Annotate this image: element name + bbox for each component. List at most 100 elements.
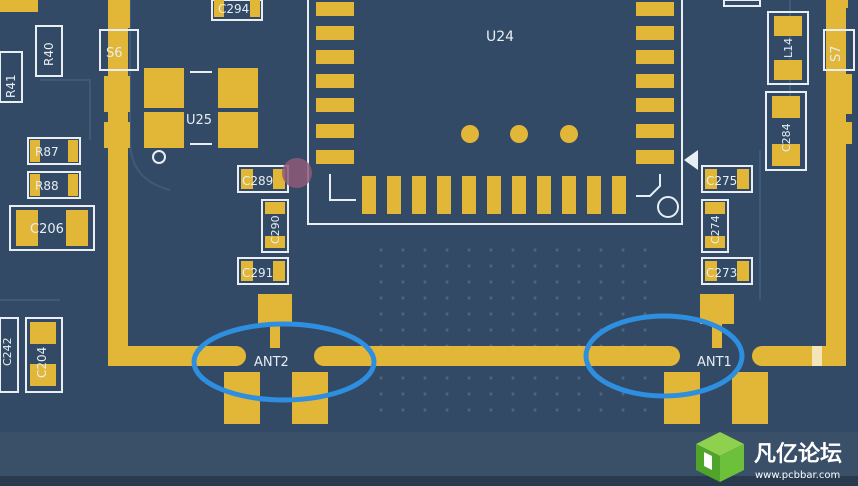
via: [379, 312, 383, 316]
via: [445, 408, 449, 412]
via: [599, 392, 603, 396]
via: [489, 248, 493, 252]
via: [577, 376, 581, 380]
via: [577, 248, 581, 252]
via: [511, 296, 515, 300]
via-marker: [282, 158, 312, 188]
via: [533, 312, 537, 316]
label-c242: C242: [1, 337, 14, 366]
via: [533, 376, 537, 380]
via: [533, 392, 537, 396]
watermark-url: www.pcbbar.com: [755, 470, 840, 481]
via: [599, 408, 603, 412]
via: [533, 328, 537, 332]
via: [423, 296, 427, 300]
label-c291: C291: [242, 266, 273, 280]
via: [467, 392, 471, 396]
via: [401, 296, 405, 300]
via: [379, 392, 383, 396]
via: [445, 280, 449, 284]
label-ant1: ANT1: [697, 355, 732, 370]
via: [423, 328, 427, 332]
via: [489, 328, 493, 332]
via: [555, 376, 559, 380]
label-c204: C204: [35, 347, 49, 378]
via: [577, 408, 581, 412]
label-c289: C289: [242, 174, 273, 188]
via: [533, 264, 537, 268]
via: [401, 248, 405, 252]
via: [621, 248, 625, 252]
via: [555, 312, 559, 316]
via: [489, 280, 493, 284]
via: [621, 264, 625, 268]
via: [489, 264, 493, 268]
via: [379, 408, 383, 412]
via: [621, 328, 625, 332]
via: [423, 376, 427, 380]
via: [599, 312, 603, 316]
via: [423, 264, 427, 268]
via: [577, 280, 581, 284]
via: [643, 296, 647, 300]
via: [621, 280, 625, 284]
via: [533, 296, 537, 300]
via: [423, 248, 427, 252]
via: [379, 376, 383, 380]
via: [577, 296, 581, 300]
via: [643, 264, 647, 268]
via: [489, 296, 493, 300]
label-c273: C273: [706, 266, 737, 280]
label-r40: R40: [42, 42, 56, 66]
via: [467, 312, 471, 316]
via: [445, 248, 449, 252]
via: [423, 312, 427, 316]
via: [555, 264, 559, 268]
via: [577, 312, 581, 316]
via: [555, 248, 559, 252]
via: [401, 328, 405, 332]
via: [533, 280, 537, 284]
label-s6: S6: [106, 46, 123, 61]
via: [467, 376, 471, 380]
label-u24: U24: [486, 29, 514, 45]
label-c206: C206: [30, 222, 64, 237]
via: [423, 280, 427, 284]
via: [643, 408, 647, 412]
via: [467, 328, 471, 332]
via: [489, 312, 493, 316]
via: [401, 392, 405, 396]
via: [643, 328, 647, 332]
via: [423, 392, 427, 396]
via: [621, 312, 625, 316]
via: [401, 280, 405, 284]
via: [511, 280, 515, 284]
via: [401, 312, 405, 316]
via: [555, 392, 559, 396]
via: [379, 248, 383, 252]
via: [511, 248, 515, 252]
label-ant2: ANT2: [254, 355, 289, 370]
via: [467, 264, 471, 268]
via: [445, 376, 449, 380]
via: [489, 408, 493, 412]
via: [511, 312, 515, 316]
via: [599, 248, 603, 252]
label-s7: S7: [829, 45, 844, 62]
via: [555, 296, 559, 300]
via: [643, 376, 647, 380]
via: [379, 280, 383, 284]
via: [577, 264, 581, 268]
via: [599, 264, 603, 268]
via: [533, 248, 537, 252]
via: [621, 376, 625, 380]
via: [445, 312, 449, 316]
via: [555, 328, 559, 332]
via: [401, 376, 405, 380]
via: [577, 328, 581, 332]
label-l14: L14: [782, 38, 795, 58]
via: [555, 280, 559, 284]
via: [467, 280, 471, 284]
label-r88: R88: [35, 179, 59, 193]
ant2-feed-pad: [258, 294, 292, 324]
